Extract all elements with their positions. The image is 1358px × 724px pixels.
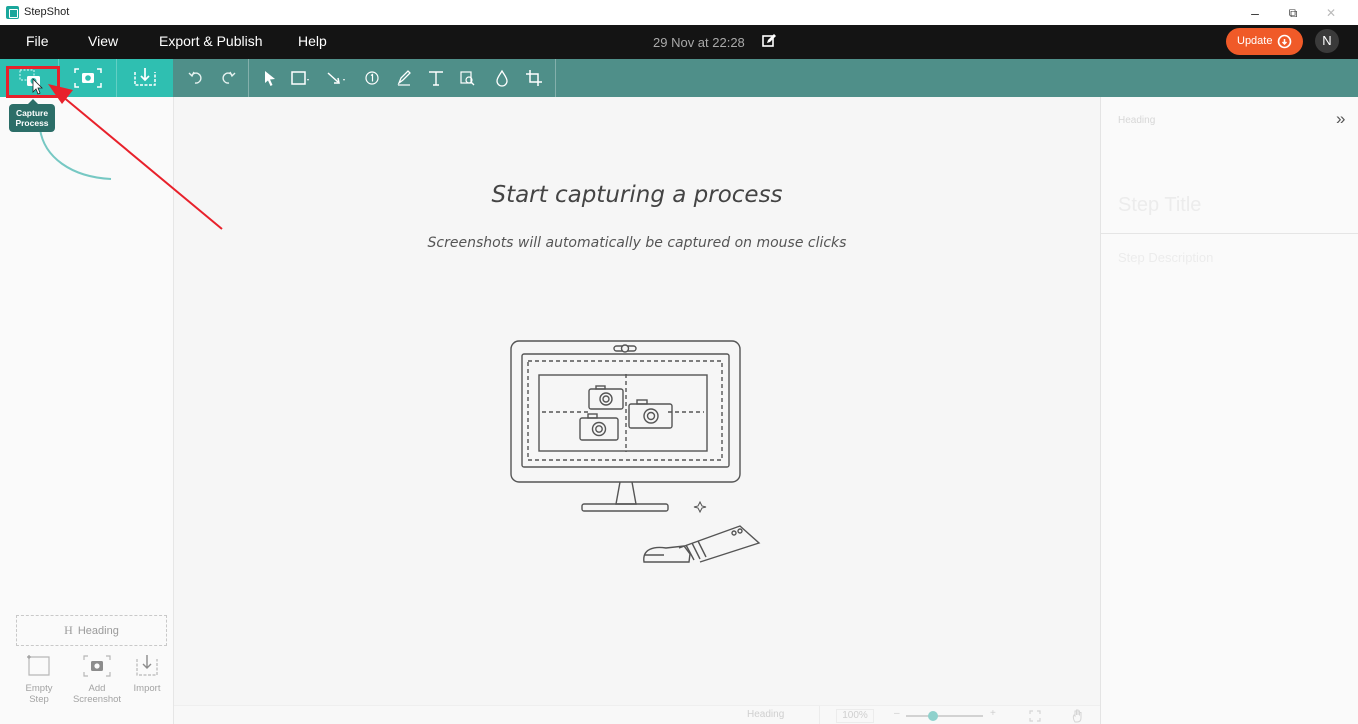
empty-step-line2: Step (29, 694, 49, 705)
canvas-area: Start capturing a process Screenshots wi… (174, 97, 1100, 724)
add-screenshot-panel-button[interactable]: Add Screenshot (71, 653, 123, 705)
collapse-panel-icon[interactable]: » (1336, 109, 1345, 129)
fit-screen-icon[interactable] (1029, 710, 1041, 722)
minimize-button[interactable]: – (1240, 3, 1270, 23)
number-icon[interactable] (362, 68, 382, 88)
undo-icon[interactable] (186, 68, 206, 88)
tooltip-line2: Process (15, 118, 49, 128)
menu-export-publish[interactable]: Export & Publish (159, 33, 263, 49)
zoom-slider-thumb[interactable] (927, 711, 938, 721)
empty-step-button[interactable]: Empty Step (13, 653, 65, 705)
zoom-slider-track[interactable] (906, 715, 983, 717)
status-heading: Heading (747, 709, 785, 720)
restore-button[interactable]: ⧉ (1278, 3, 1308, 23)
close-button[interactable]: ✕ (1316, 3, 1346, 23)
status-bar: Heading 100% – + (174, 705, 1100, 724)
rectangle-icon[interactable] (290, 68, 310, 88)
arrow-icon[interactable] (326, 68, 346, 88)
text-icon[interactable] (426, 68, 446, 88)
zoom-out-button[interactable]: – (894, 708, 900, 719)
crop-icon[interactable] (524, 68, 544, 88)
menu-bar: File View Export & Publish Help 29 Nov a… (0, 25, 1358, 59)
import-icon (134, 68, 156, 86)
update-label: Update (1237, 35, 1273, 47)
details-divider (1101, 233, 1358, 234)
zoom-in-button[interactable]: + (990, 708, 996, 719)
app-title: StepShot (24, 6, 70, 18)
step-description-field[interactable]: Step Description (1118, 250, 1213, 265)
add-screenshot-line1: Add (88, 683, 106, 694)
add-screenshot-panel-icon (83, 655, 111, 677)
add-screenshot-line2: Screenshot (72, 694, 122, 705)
heading-glyph: H (64, 623, 73, 637)
details-heading-label: Heading (1118, 115, 1156, 126)
pen-icon[interactable] (394, 68, 414, 88)
empty-state-subtitle: Screenshots will automatically be captur… (427, 235, 847, 251)
document-date: 29 Nov at 22:28 (653, 35, 745, 50)
menu-help[interactable]: Help (298, 33, 327, 49)
add-screenshot-button[interactable] (59, 59, 116, 97)
capture-illustration (510, 340, 761, 563)
blur-icon[interactable] (492, 68, 512, 88)
select-icon[interactable] (260, 68, 280, 88)
empty-step-line1: Empty (25, 683, 53, 694)
import-line1: Import (133, 683, 161, 694)
import-panel-button[interactable]: Import (121, 653, 173, 694)
import-button[interactable] (117, 59, 173, 97)
title-bar: StepShot – ⧉ ✕ (0, 0, 1358, 25)
empty-step-icon (27, 655, 50, 676)
edit-icon[interactable] (762, 34, 776, 48)
add-heading-button[interactable]: H Heading (16, 615, 167, 646)
capture-process-highlight (6, 66, 60, 98)
step-title-field[interactable]: Step Title (1118, 194, 1201, 217)
update-button[interactable]: Update (1226, 28, 1303, 55)
capture-process-tooltip: Capture Process (9, 99, 55, 132)
update-refresh-icon (1277, 34, 1292, 49)
magnify-icon[interactable] (458, 68, 478, 88)
menu-view[interactable]: View (88, 33, 118, 49)
hand-pan-icon[interactable] (1071, 709, 1085, 723)
user-avatar[interactable]: N (1315, 29, 1339, 53)
add-screenshot-icon (74, 68, 102, 88)
menu-file[interactable]: File (26, 33, 49, 49)
stepshot-logo-icon (6, 6, 19, 19)
steps-panel: H Heading Empty Step Add Screenshot Impor… (0, 97, 174, 724)
zoom-value[interactable]: 100% (836, 709, 874, 723)
redo-icon[interactable] (218, 68, 238, 88)
hint-curve (39, 128, 112, 180)
heading-button-label: Heading (77, 625, 119, 637)
step-details-panel: Heading » Step Title Step Description (1100, 97, 1358, 724)
import-panel-icon (136, 655, 158, 676)
tooltip-line1: Capture (15, 108, 49, 118)
empty-state-title: Start capturing a process (491, 182, 783, 208)
toolbar (0, 59, 1358, 97)
